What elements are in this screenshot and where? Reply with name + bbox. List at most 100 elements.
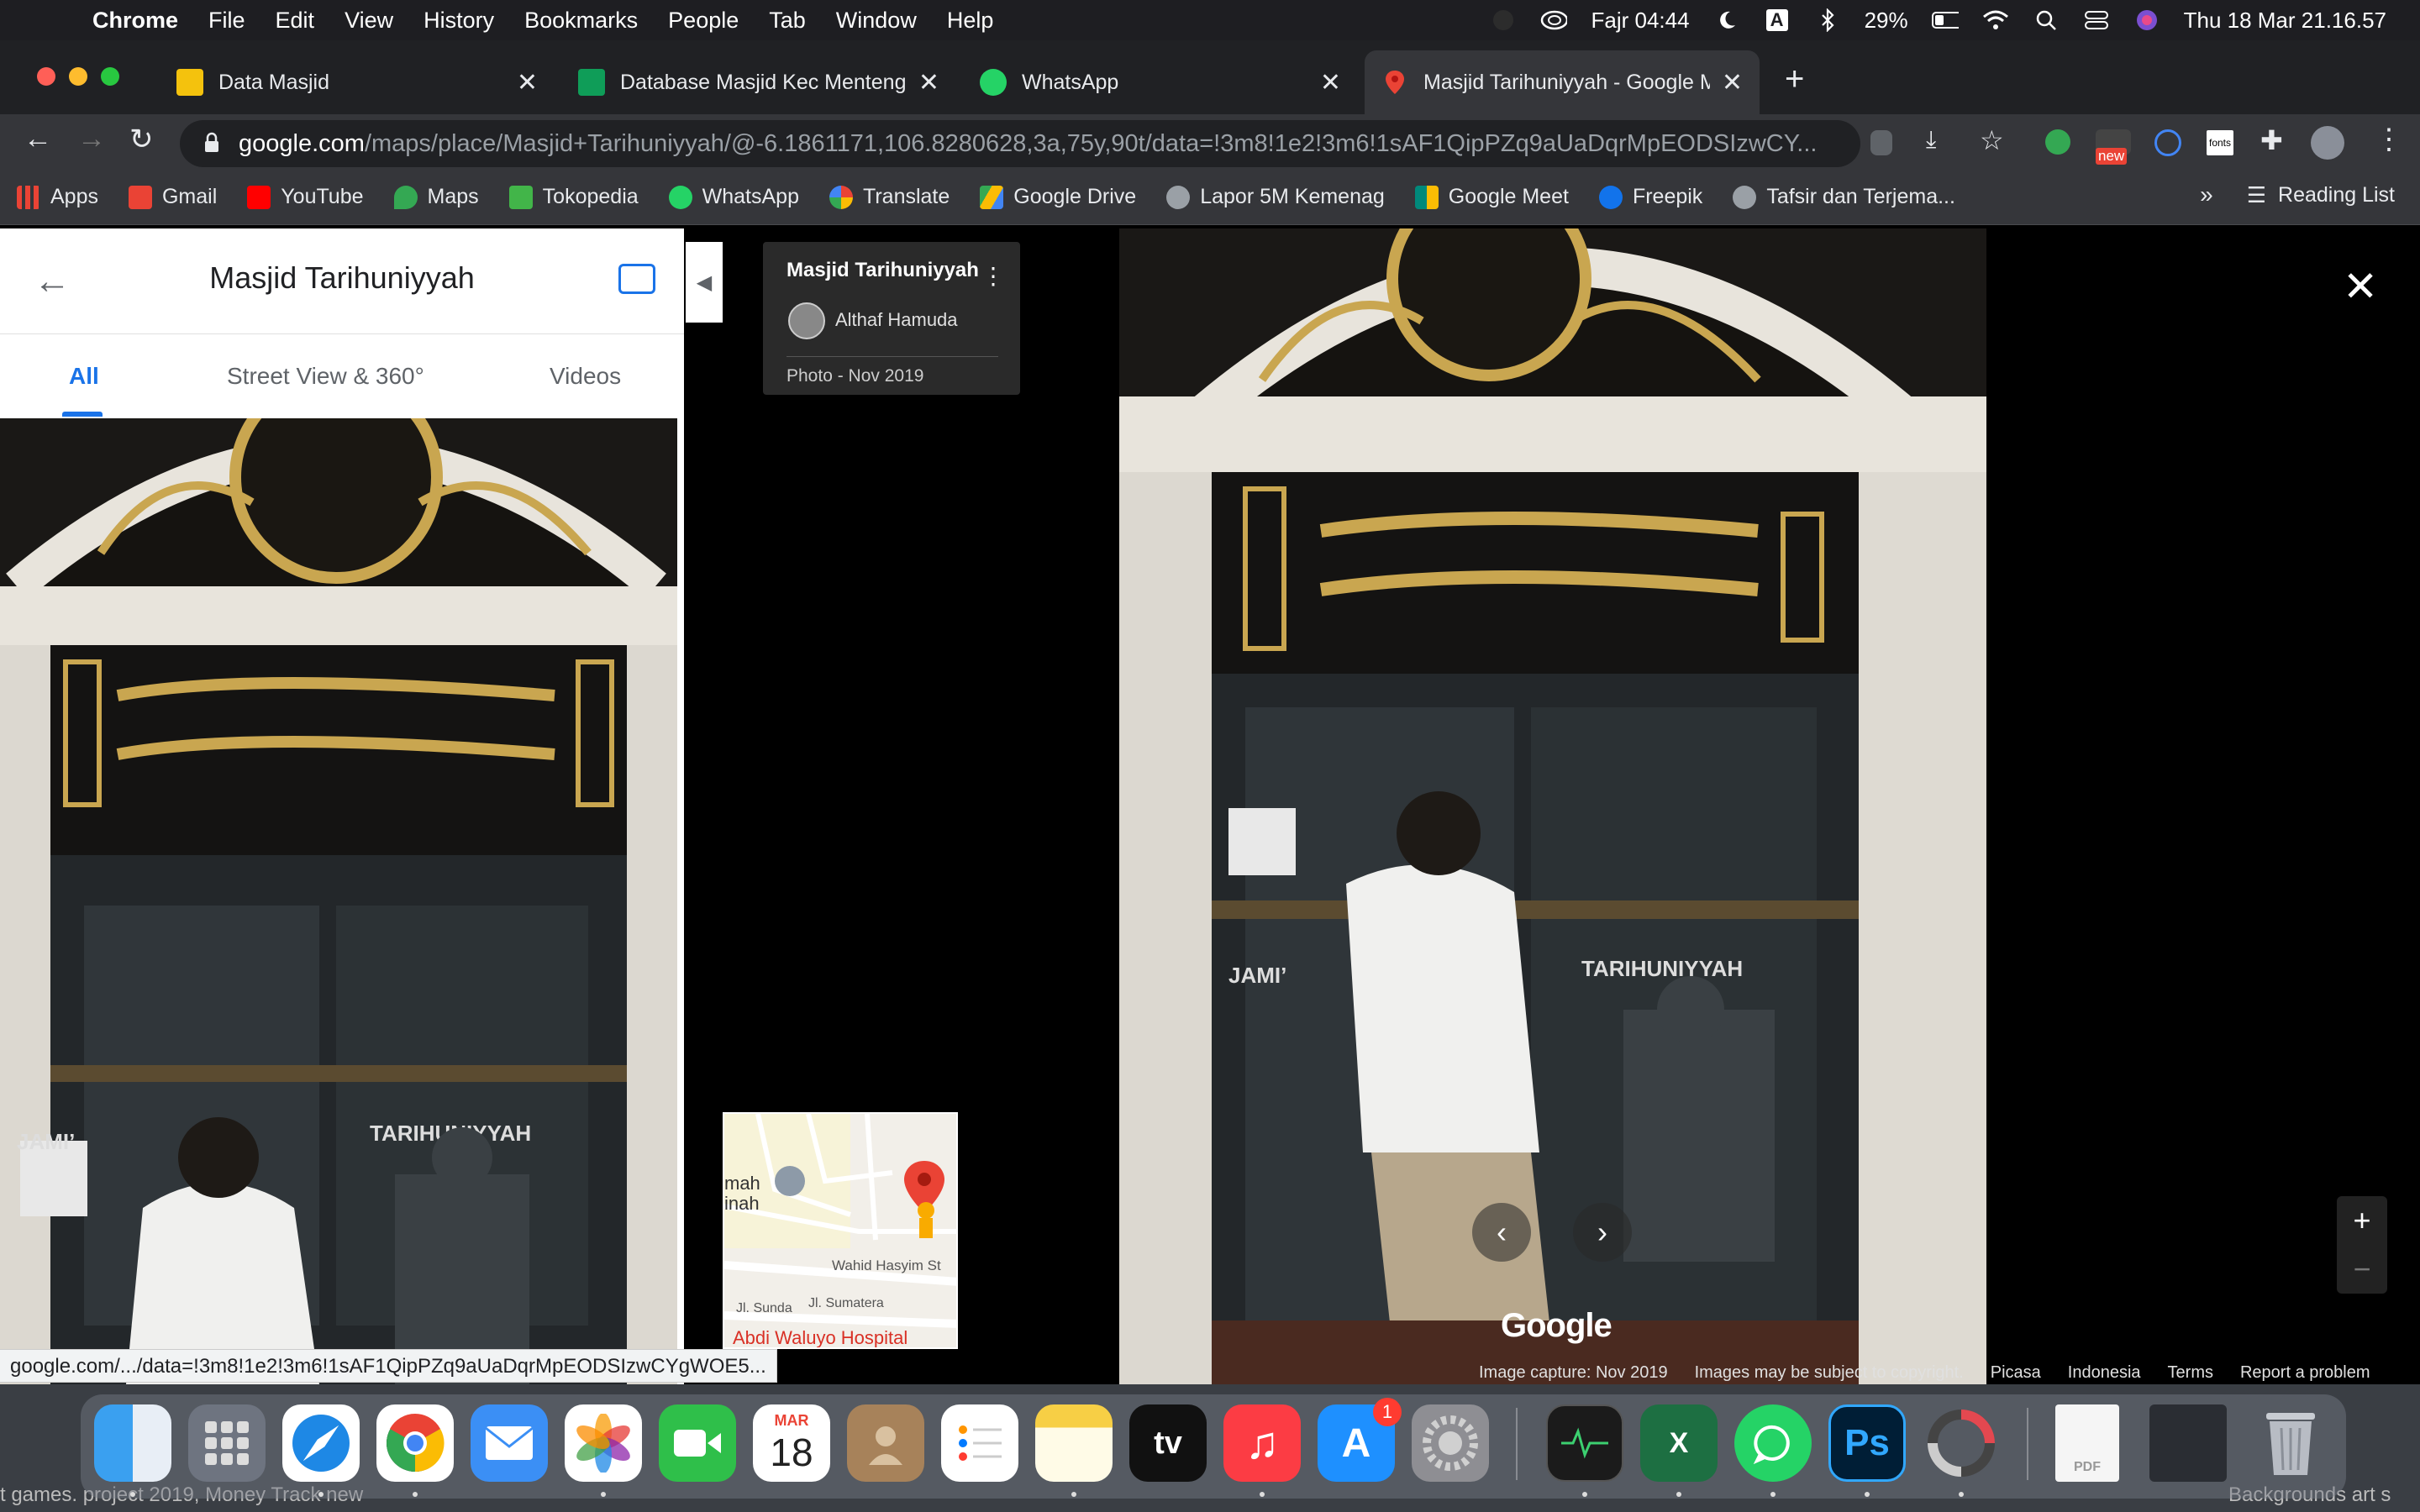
menu-window[interactable]: Window	[836, 8, 917, 34]
previous-photo-button[interactable]: ‹	[1472, 1203, 1531, 1262]
bookmark-translate[interactable]: Translate	[829, 185, 950, 209]
main-photo[interactable]: JAMI’ TARIHUNIYYAH	[1119, 228, 1986, 1384]
facetime-icon[interactable]	[659, 1404, 736, 1482]
chrome-menu-icon[interactable]: ⋮	[2375, 123, 2403, 156]
wifi-icon[interactable]	[1982, 8, 2009, 32]
tab-videos[interactable]: Videos	[550, 363, 621, 390]
dark-circle-icon[interactable]	[1490, 8, 1517, 32]
back-arrow-icon[interactable]: ←	[24, 123, 52, 155]
safari-icon[interactable]	[282, 1404, 360, 1482]
close-tab-icon[interactable]: ✕	[918, 68, 939, 97]
launchpad-icon[interactable]	[188, 1404, 266, 1482]
bookmark-lapor-5m[interactable]: Lapor 5M Kemenag	[1166, 185, 1385, 209]
green-extension-icon[interactable]	[2045, 129, 2070, 155]
reminders-icon[interactable]	[941, 1404, 1018, 1482]
mail-icon[interactable]	[471, 1404, 548, 1482]
tab-data-masjid[interactable]: Data Masjid ✕	[160, 52, 555, 113]
close-tab-icon[interactable]: ✕	[1722, 68, 1743, 97]
tab-database-masjid[interactable]: Database Masjid Kec Menteng ✕	[561, 52, 956, 113]
photoshop-icon[interactable]: Ps	[1828, 1404, 1906, 1482]
zoom-out-button[interactable]: −	[2353, 1252, 2370, 1287]
menu-app-name[interactable]: Chrome	[92, 8, 178, 34]
system-preferences-icon[interactable]	[1412, 1404, 1489, 1482]
more-options-icon[interactable]: ⋮	[981, 262, 1005, 290]
bookmark-star-icon[interactable]: ☆	[1980, 124, 2004, 156]
menu-file[interactable]: File	[208, 8, 245, 34]
bookmark-tokopedia[interactable]: Tokopedia	[508, 185, 639, 209]
photo-author[interactable]: Althaf Hamuda	[835, 309, 958, 331]
moon-icon[interactable]	[1713, 8, 1740, 32]
lock-icon[interactable]	[203, 132, 220, 154]
battery-icon[interactable]	[1931, 8, 1959, 32]
region-link[interactable]: Indonesia	[2068, 1363, 2141, 1383]
pdf-document-icon[interactable]: PDF	[2055, 1404, 2119, 1482]
bookmark-youtube[interactable]: YouTube	[247, 185, 364, 209]
forward-arrow-icon[interactable]: →	[77, 123, 106, 155]
location-blocked-icon[interactable]	[1870, 130, 1892, 155]
excel-icon[interactable]: X	[1640, 1404, 1718, 1482]
zoom-in-button[interactable]: +	[2353, 1203, 2370, 1238]
tab-whatsapp[interactable]: WhatsApp ✕	[963, 52, 1358, 113]
picasa-credit[interactable]: Picasa	[1991, 1363, 2041, 1383]
finder-icon[interactable]	[94, 1404, 171, 1482]
downloads-stack-icon[interactable]	[2149, 1404, 2227, 1482]
whatsapp-dock-icon[interactable]	[1734, 1404, 1812, 1482]
spotlight-search-icon[interactable]	[2033, 8, 2060, 32]
next-photo-button[interactable]: ›	[1573, 1203, 1632, 1262]
fonts-extension-icon[interactable]: fonts	[2207, 130, 2233, 155]
bookmark-gmail[interactable]: Gmail	[128, 185, 217, 209]
photos-icon[interactable]	[565, 1404, 642, 1482]
install-app-icon[interactable]: ⤓	[1926, 126, 1936, 154]
window-close-button[interactable]	[37, 67, 55, 86]
reading-list-button[interactable]: Reading List	[2278, 183, 2395, 207]
bookmark-google-drive[interactable]: Google Drive	[980, 185, 1136, 209]
menu-history[interactable]: History	[424, 8, 494, 34]
menu-bar-clock[interactable]: Thu 18 Mar 21.16.57	[2184, 8, 2386, 34]
calendar-icon[interactable]: MAR 18	[753, 1404, 830, 1482]
extensions-puzzle-icon[interactable]: ✚	[2260, 124, 2283, 156]
terms-link[interactable]: Terms	[2168, 1363, 2213, 1383]
reload-icon[interactable]: ↻	[129, 123, 154, 156]
bookmark-google-meet[interactable]: Google Meet	[1414, 185, 1569, 209]
tab-all[interactable]: All	[69, 363, 99, 390]
new-extension-icon[interactable]: new	[2096, 129, 2131, 165]
siri-icon[interactable]	[2133, 8, 2160, 32]
control-center-icon[interactable]	[2083, 8, 2110, 32]
bookmark-apps[interactable]: Apps	[17, 185, 98, 209]
bookmark-freepik[interactable]: Freepik	[1598, 185, 1702, 209]
add-photo-camera-icon[interactable]	[618, 264, 655, 294]
notes-icon[interactable]	[1035, 1404, 1113, 1482]
chrome-icon[interactable]	[376, 1404, 454, 1482]
menu-help[interactable]: Help	[947, 8, 994, 34]
bluetooth-icon[interactable]	[1814, 8, 1841, 32]
bookmarks-overflow-button[interactable]: »	[2200, 181, 2213, 208]
reading-list-icon[interactable]: ☰	[2247, 182, 2266, 208]
window-zoom-button[interactable]	[101, 67, 119, 86]
report-problem-link[interactable]: Report a problem	[2240, 1363, 2370, 1383]
bookmark-tafsir[interactable]: Tafsir dan Terjema...	[1733, 185, 1955, 209]
music-icon[interactable]: ♫	[1223, 1404, 1301, 1482]
tab-google-maps-active[interactable]: Masjid Tarihuniyyah - Google M ✕	[1365, 50, 1760, 114]
menu-people[interactable]: People	[668, 8, 739, 34]
menu-tab[interactable]: Tab	[769, 8, 806, 34]
profile-avatar[interactable]	[2311, 126, 2344, 160]
close-tab-icon[interactable]: ✕	[1320, 68, 1341, 97]
trash-icon[interactable]	[2252, 1404, 2329, 1482]
battery-percent[interactable]: 29%	[1865, 8, 1908, 34]
menu-edit[interactable]: Edit	[276, 8, 315, 34]
creative-cloud-icon[interactable]	[1923, 1404, 2000, 1482]
tab-street-view-360[interactable]: Street View & 360°	[227, 363, 424, 390]
bookmark-maps[interactable]: Maps	[393, 185, 479, 209]
photo-thumbnail-selected[interactable]: JAMI’ TARIHUNIYYAH	[0, 418, 677, 1384]
activity-monitor-icon[interactable]	[1546, 1404, 1623, 1482]
apple-tv-icon[interactable]: tv	[1129, 1404, 1207, 1482]
contacts-icon[interactable]	[847, 1404, 924, 1482]
new-tab-button[interactable]: +	[1785, 60, 1804, 98]
prayer-app-icon[interactable]	[1540, 8, 1568, 32]
mini-map[interactable]: mah inah Wahid Hasyim St Jl. Sunda Jl. S…	[723, 1112, 958, 1349]
menu-view[interactable]: View	[345, 8, 393, 34]
author-avatar[interactable]	[788, 302, 825, 339]
close-viewer-icon[interactable]: ✕	[2343, 262, 2378, 311]
collapse-panel-button[interactable]: ◀	[686, 242, 723, 323]
bookmark-whatsapp[interactable]: WhatsApp	[668, 185, 799, 209]
